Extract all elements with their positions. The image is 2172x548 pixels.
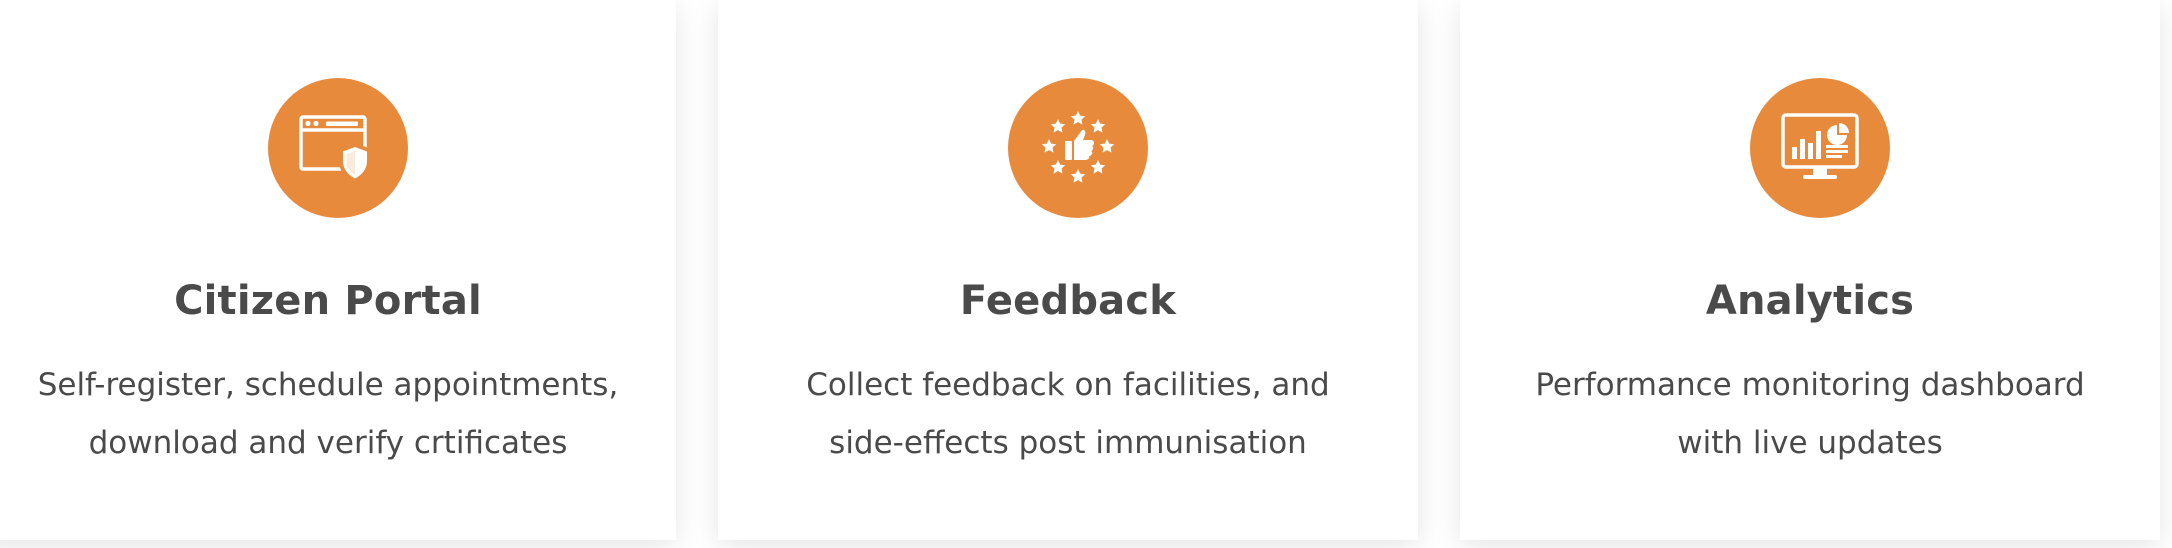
card-description-line: side-effects post immunisation [829,425,1307,461]
analytics-icon-circle [1750,78,1890,218]
card-description-line: download and verify crtificates [88,425,568,461]
card-description: Collect feedback on facilities, and side… [758,356,1378,472]
card-citizen-portal: Citizen Portal Self-register, schedule a… [0,0,676,540]
feedback-icon-circle [1008,78,1148,218]
card-description: Performance monitoring dashboard with li… [1500,356,2120,472]
card-description-line: with live updates [1677,425,1943,461]
card-description-line: Self-register, schedule appointments, [37,367,619,403]
feature-cards: Citizen Portal Self-register, schedule a… [0,0,2172,548]
card-feedback: Feedback Collect feedback on facilities,… [718,0,1418,540]
card-description-line: Performance monitoring dashboard [1535,367,2085,403]
card-analytics: Analytics Performance monitoring dashboa… [1460,0,2160,540]
browser-shield-icon [299,115,371,183]
citizen-portal-icon-circle [268,78,408,218]
card-title: Analytics [1705,278,1915,324]
card-description-line: Collect feedback on facilities, and [806,367,1330,403]
card-title: Feedback [959,278,1177,324]
monitor-dashboard-icon [1781,113,1859,179]
card-title: Citizen Portal [174,278,482,324]
thumbs-up-stars-icon [1041,111,1115,183]
card-description: Self-register, schedule appointments, do… [20,356,636,472]
